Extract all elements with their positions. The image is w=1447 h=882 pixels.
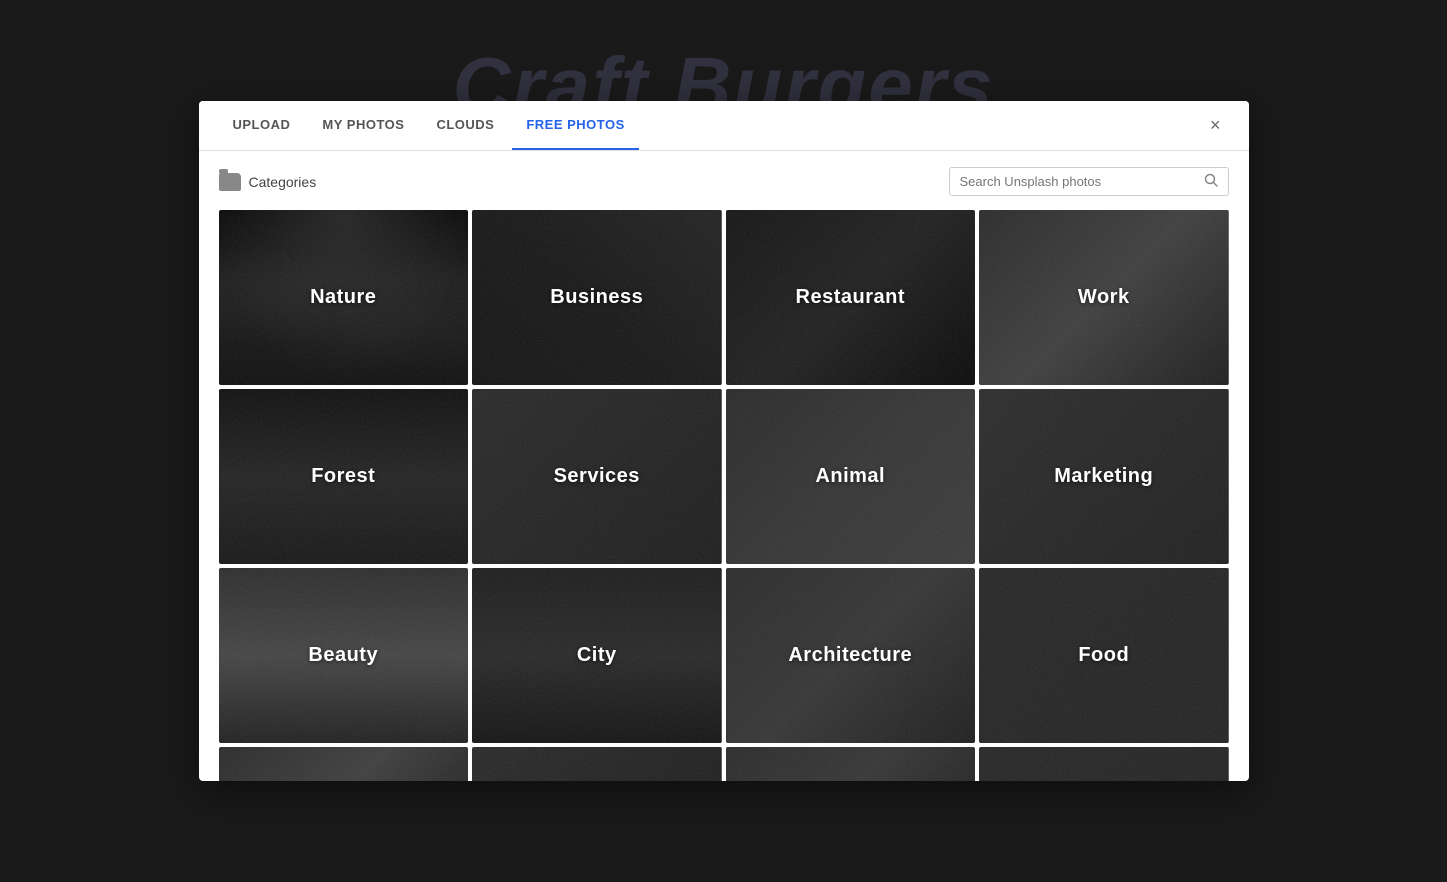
category-tile-bottom2[interactable]: [472, 747, 722, 781]
category-tile-work[interactable]: Work: [979, 210, 1229, 385]
search-box: [949, 167, 1229, 196]
tile-label-services: Services: [472, 389, 722, 564]
tile-label-bottom2: [472, 747, 722, 781]
category-tile-animal[interactable]: Animal: [726, 389, 976, 564]
category-tile-business[interactable]: Business: [472, 210, 722, 385]
category-tile-marketing[interactable]: Marketing: [979, 389, 1229, 564]
tile-label-forest: Forest: [219, 389, 469, 564]
category-tile-services[interactable]: Services: [472, 389, 722, 564]
category-tile-bottom4[interactable]: [979, 747, 1229, 781]
modal-body: Categories NatureBusinessRestaurantWork F…: [199, 151, 1249, 781]
categories-bar: Categories: [219, 167, 1229, 196]
category-tile-bottom1[interactable]: [219, 747, 469, 781]
category-tile-forest[interactable]: Forest: [219, 389, 469, 564]
category-tile-beauty[interactable]: Beauty: [219, 568, 469, 743]
tile-label-restaurant: Restaurant: [726, 210, 976, 385]
tab-my-photos[interactable]: MY PHOTOS: [308, 101, 418, 150]
tab-upload[interactable]: UPLOAD: [219, 101, 305, 150]
tile-label-nature: Nature: [219, 210, 469, 385]
tile-label-city: City: [472, 568, 722, 743]
close-button[interactable]: ×: [1202, 111, 1229, 140]
search-input[interactable]: [960, 174, 1204, 189]
tile-label-food: Food: [979, 568, 1229, 743]
modal-header: UPLOAD MY PHOTOS CLOUDS FREE PHOTOS ×: [199, 101, 1249, 151]
folder-icon: [219, 173, 241, 191]
tile-label-work: Work: [979, 210, 1229, 385]
tile-label-marketing: Marketing: [979, 389, 1229, 564]
category-tile-architecture[interactable]: Architecture: [726, 568, 976, 743]
category-tile-food[interactable]: Food: [979, 568, 1229, 743]
tile-label-animal: Animal: [726, 389, 976, 564]
tile-label-beauty: Beauty: [219, 568, 469, 743]
search-icon: [1204, 173, 1218, 190]
category-grid: NatureBusinessRestaurantWork ForestServic…: [219, 210, 1229, 781]
category-tile-restaurant[interactable]: Restaurant: [726, 210, 976, 385]
tile-label-bottom1: [219, 747, 469, 781]
tab-free-photos[interactable]: FREE PHOTOS: [512, 101, 638, 150]
tile-label-business: Business: [472, 210, 722, 385]
tile-label-bottom4: [979, 747, 1229, 781]
tab-clouds[interactable]: CLOUDS: [422, 101, 508, 150]
tile-label-architecture: Architecture: [726, 568, 976, 743]
tile-label-bottom3: [726, 747, 976, 781]
category-tile-bottom3[interactable]: [726, 747, 976, 781]
modal-overlay: UPLOAD MY PHOTOS CLOUDS FREE PHOTOS × Ca…: [0, 0, 1447, 882]
categories-text: Categories: [249, 174, 317, 190]
modal: UPLOAD MY PHOTOS CLOUDS FREE PHOTOS × Ca…: [199, 101, 1249, 781]
categories-label: Categories: [219, 173, 317, 191]
category-tile-city[interactable]: City: [472, 568, 722, 743]
category-tile-nature[interactable]: Nature: [219, 210, 469, 385]
